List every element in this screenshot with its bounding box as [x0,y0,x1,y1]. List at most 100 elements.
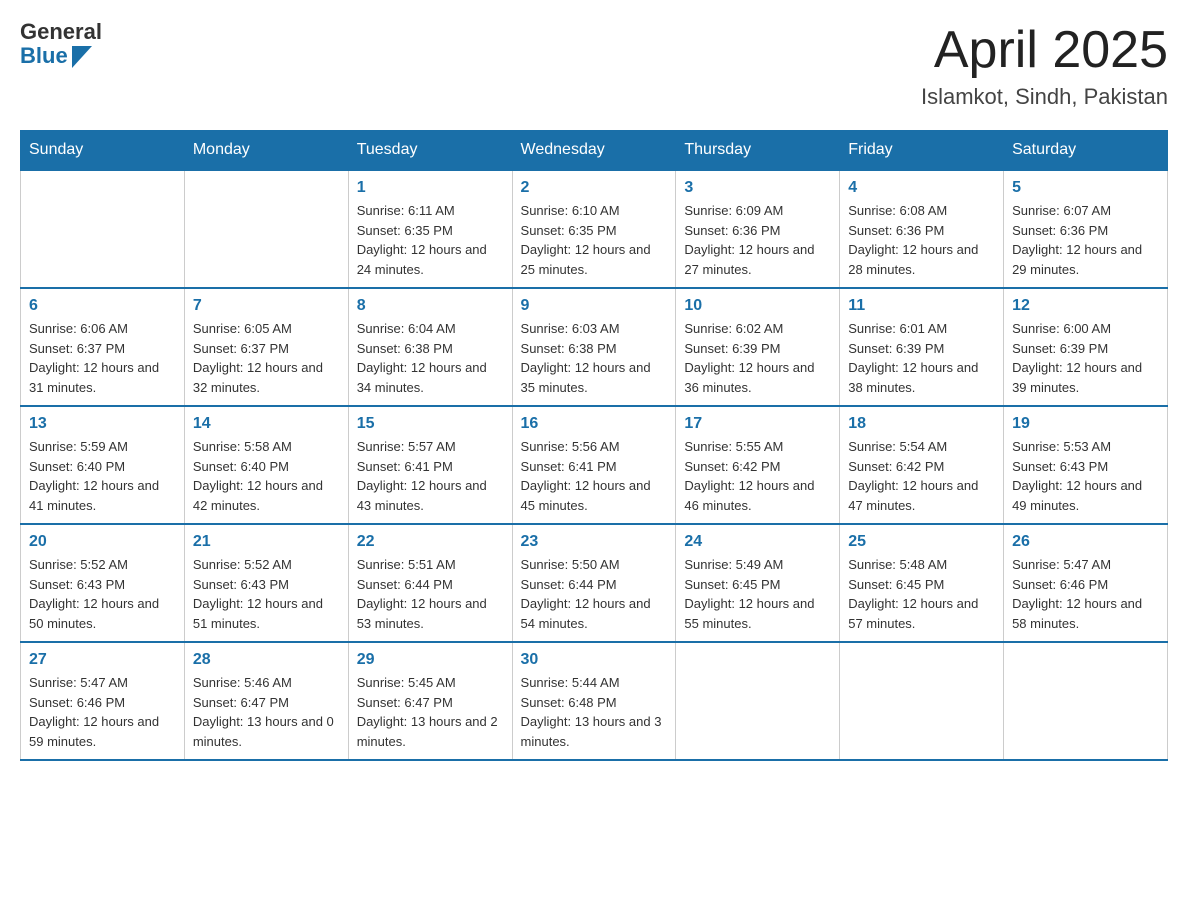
day-number: 5 [1012,179,1159,197]
day-number: 16 [521,415,668,433]
day-number: 26 [1012,533,1159,551]
calendar-week-row: 27Sunrise: 5:47 AM Sunset: 6:46 PM Dayli… [21,642,1168,760]
calendar-cell: 9 Sunrise: 6:03 AM Sunset: 6:38 PM Daylig… [512,288,676,406]
day-number: 17 [684,415,831,433]
calendar-cell: 11 Sunrise: 6:01 AM Sunset: 6:39 PM Dayli… [840,288,1004,406]
calendar-cell [676,642,840,760]
day-info: Sunrise: 6:10 AM Sunset: 6:35 PM Dayligh… [521,201,668,279]
day-number: 1 [357,179,504,197]
calendar-cell: 14 Sunrise: 5:58 AM Sunset: 6:40 PM Dayli… [184,406,348,524]
day-number: 15 [357,415,504,433]
calendar-cell [840,642,1004,760]
logo-blue: Blue [20,44,68,68]
calendar-cell: 7 Sunrise: 6:05 AM Sunset: 6:37 PM Daylig… [184,288,348,406]
day-number: 30 [521,651,668,669]
calendar-cell [21,170,185,288]
day-number: 6 [29,297,176,315]
calendar-cell: 22Sunrise: 5:51 AM Sunset: 6:44 PM Dayli… [348,524,512,642]
calendar-header-friday: Friday [840,131,1004,171]
calendar-cell: 18Sunrise: 5:54 AM Sunset: 6:42 PM Dayli… [840,406,1004,524]
day-info: Sunrise: 6:07 AM Sunset: 6:36 PM Dayligh… [1012,201,1159,279]
day-info: Sunrise: 6:00 AM Sunset: 6:39 PM Dayligh… [1012,319,1159,397]
calendar-cell: 13Sunrise: 5:59 AM Sunset: 6:40 PM Dayli… [21,406,185,524]
day-number: 9 [521,297,668,315]
day-info: Sunrise: 6:11 AM Sunset: 6:35 PM Dayligh… [357,201,504,279]
day-info: Sunrise: 5:57 AM Sunset: 6:41 PM Dayligh… [357,437,504,515]
day-number: 28 [193,651,340,669]
day-info: Sunrise: 5:49 AM Sunset: 6:45 PM Dayligh… [684,555,831,633]
day-info: Sunrise: 6:02 AM Sunset: 6:39 PM Dayligh… [684,319,831,397]
calendar-header-wednesday: Wednesday [512,131,676,171]
calendar-header-thursday: Thursday [676,131,840,171]
day-number: 11 [848,297,995,315]
day-info: Sunrise: 5:48 AM Sunset: 6:45 PM Dayligh… [848,555,995,633]
calendar-week-row: 1 Sunrise: 6:11 AM Sunset: 6:35 PM Daylig… [21,170,1168,288]
day-number: 14 [193,415,340,433]
logo-general: General [20,20,102,44]
calendar-cell: 25 Sunrise: 5:48 AM Sunset: 6:45 PM Dayli… [840,524,1004,642]
calendar-cell [184,170,348,288]
day-info: Sunrise: 6:04 AM Sunset: 6:38 PM Dayligh… [357,319,504,397]
day-info: Sunrise: 6:06 AM Sunset: 6:37 PM Dayligh… [29,319,176,397]
day-info: Sunrise: 5:46 AM Sunset: 6:47 PM Dayligh… [193,673,340,751]
day-number: 7 [193,297,340,315]
day-info: Sunrise: 5:58 AM Sunset: 6:40 PM Dayligh… [193,437,340,515]
day-info: Sunrise: 6:08 AM Sunset: 6:36 PM Dayligh… [848,201,995,279]
day-info: Sunrise: 5:56 AM Sunset: 6:41 PM Dayligh… [521,437,668,515]
day-number: 4 [848,179,995,197]
day-info: Sunrise: 6:05 AM Sunset: 6:37 PM Dayligh… [193,319,340,397]
calendar-cell: 26 Sunrise: 5:47 AM Sunset: 6:46 PM Dayli… [1004,524,1168,642]
day-info: Sunrise: 6:03 AM Sunset: 6:38 PM Dayligh… [521,319,668,397]
day-info: Sunrise: 5:59 AM Sunset: 6:40 PM Dayligh… [29,437,176,515]
calendar-header-tuesday: Tuesday [348,131,512,171]
calendar-cell: 8 Sunrise: 6:04 AM Sunset: 6:38 PM Daylig… [348,288,512,406]
location-title: Islamkot, Sindh, Pakistan [921,84,1168,110]
page-header: General Blue April 2025 Islamkot, Sindh,… [20,20,1168,110]
calendar-cell: 10 Sunrise: 6:02 AM Sunset: 6:39 PM Dayli… [676,288,840,406]
calendar-cell: 21 Sunrise: 5:52 AM Sunset: 6:43 PM Dayli… [184,524,348,642]
day-number: 19 [1012,415,1159,433]
day-number: 2 [521,179,668,197]
month-title: April 2025 [921,20,1168,80]
logo: General Blue [20,20,102,68]
calendar-header-row: SundayMondayTuesdayWednesdayThursdayFrid… [21,131,1168,171]
day-info: Sunrise: 5:55 AM Sunset: 6:42 PM Dayligh… [684,437,831,515]
day-info: Sunrise: 5:52 AM Sunset: 6:43 PM Dayligh… [29,555,176,633]
calendar-cell: 27Sunrise: 5:47 AM Sunset: 6:46 PM Dayli… [21,642,185,760]
day-number: 23 [521,533,668,551]
calendar-week-row: 13Sunrise: 5:59 AM Sunset: 6:40 PM Dayli… [21,406,1168,524]
day-number: 3 [684,179,831,197]
day-info: Sunrise: 5:47 AM Sunset: 6:46 PM Dayligh… [1012,555,1159,633]
calendar-cell: 30Sunrise: 5:44 AM Sunset: 6:48 PM Dayli… [512,642,676,760]
day-number: 20 [29,533,176,551]
day-info: Sunrise: 6:01 AM Sunset: 6:39 PM Dayligh… [848,319,995,397]
calendar-cell: 29 Sunrise: 5:45 AM Sunset: 6:47 PM Dayli… [348,642,512,760]
day-number: 12 [1012,297,1159,315]
calendar-cell: 16 Sunrise: 5:56 AM Sunset: 6:41 PM Dayli… [512,406,676,524]
day-number: 29 [357,651,504,669]
calendar-cell: 3 Sunrise: 6:09 AM Sunset: 6:36 PM Daylig… [676,170,840,288]
day-number: 27 [29,651,176,669]
logo-triangle-icon [72,46,92,68]
day-number: 21 [193,533,340,551]
calendar-cell: 23 Sunrise: 5:50 AM Sunset: 6:44 PM Dayli… [512,524,676,642]
day-info: Sunrise: 5:50 AM Sunset: 6:44 PM Dayligh… [521,555,668,633]
calendar-cell: 4 Sunrise: 6:08 AM Sunset: 6:36 PM Daylig… [840,170,1004,288]
day-info: Sunrise: 6:09 AM Sunset: 6:36 PM Dayligh… [684,201,831,279]
day-info: Sunrise: 5:45 AM Sunset: 6:47 PM Dayligh… [357,673,504,751]
calendar-header-sunday: Sunday [21,131,185,171]
calendar-cell [1004,642,1168,760]
calendar-cell: 20 Sunrise: 5:52 AM Sunset: 6:43 PM Dayli… [21,524,185,642]
calendar-cell: 15 Sunrise: 5:57 AM Sunset: 6:41 PM Dayli… [348,406,512,524]
day-info: Sunrise: 5:52 AM Sunset: 6:43 PM Dayligh… [193,555,340,633]
day-number: 25 [848,533,995,551]
day-number: 22 [357,533,504,551]
calendar-header-monday: Monday [184,131,348,171]
day-number: 24 [684,533,831,551]
day-number: 8 [357,297,504,315]
day-number: 10 [684,297,831,315]
day-info: Sunrise: 5:53 AM Sunset: 6:43 PM Dayligh… [1012,437,1159,515]
day-number: 18 [848,415,995,433]
calendar-cell: 17 Sunrise: 5:55 AM Sunset: 6:42 PM Dayli… [676,406,840,524]
calendar-cell: 24 Sunrise: 5:49 AM Sunset: 6:45 PM Dayli… [676,524,840,642]
